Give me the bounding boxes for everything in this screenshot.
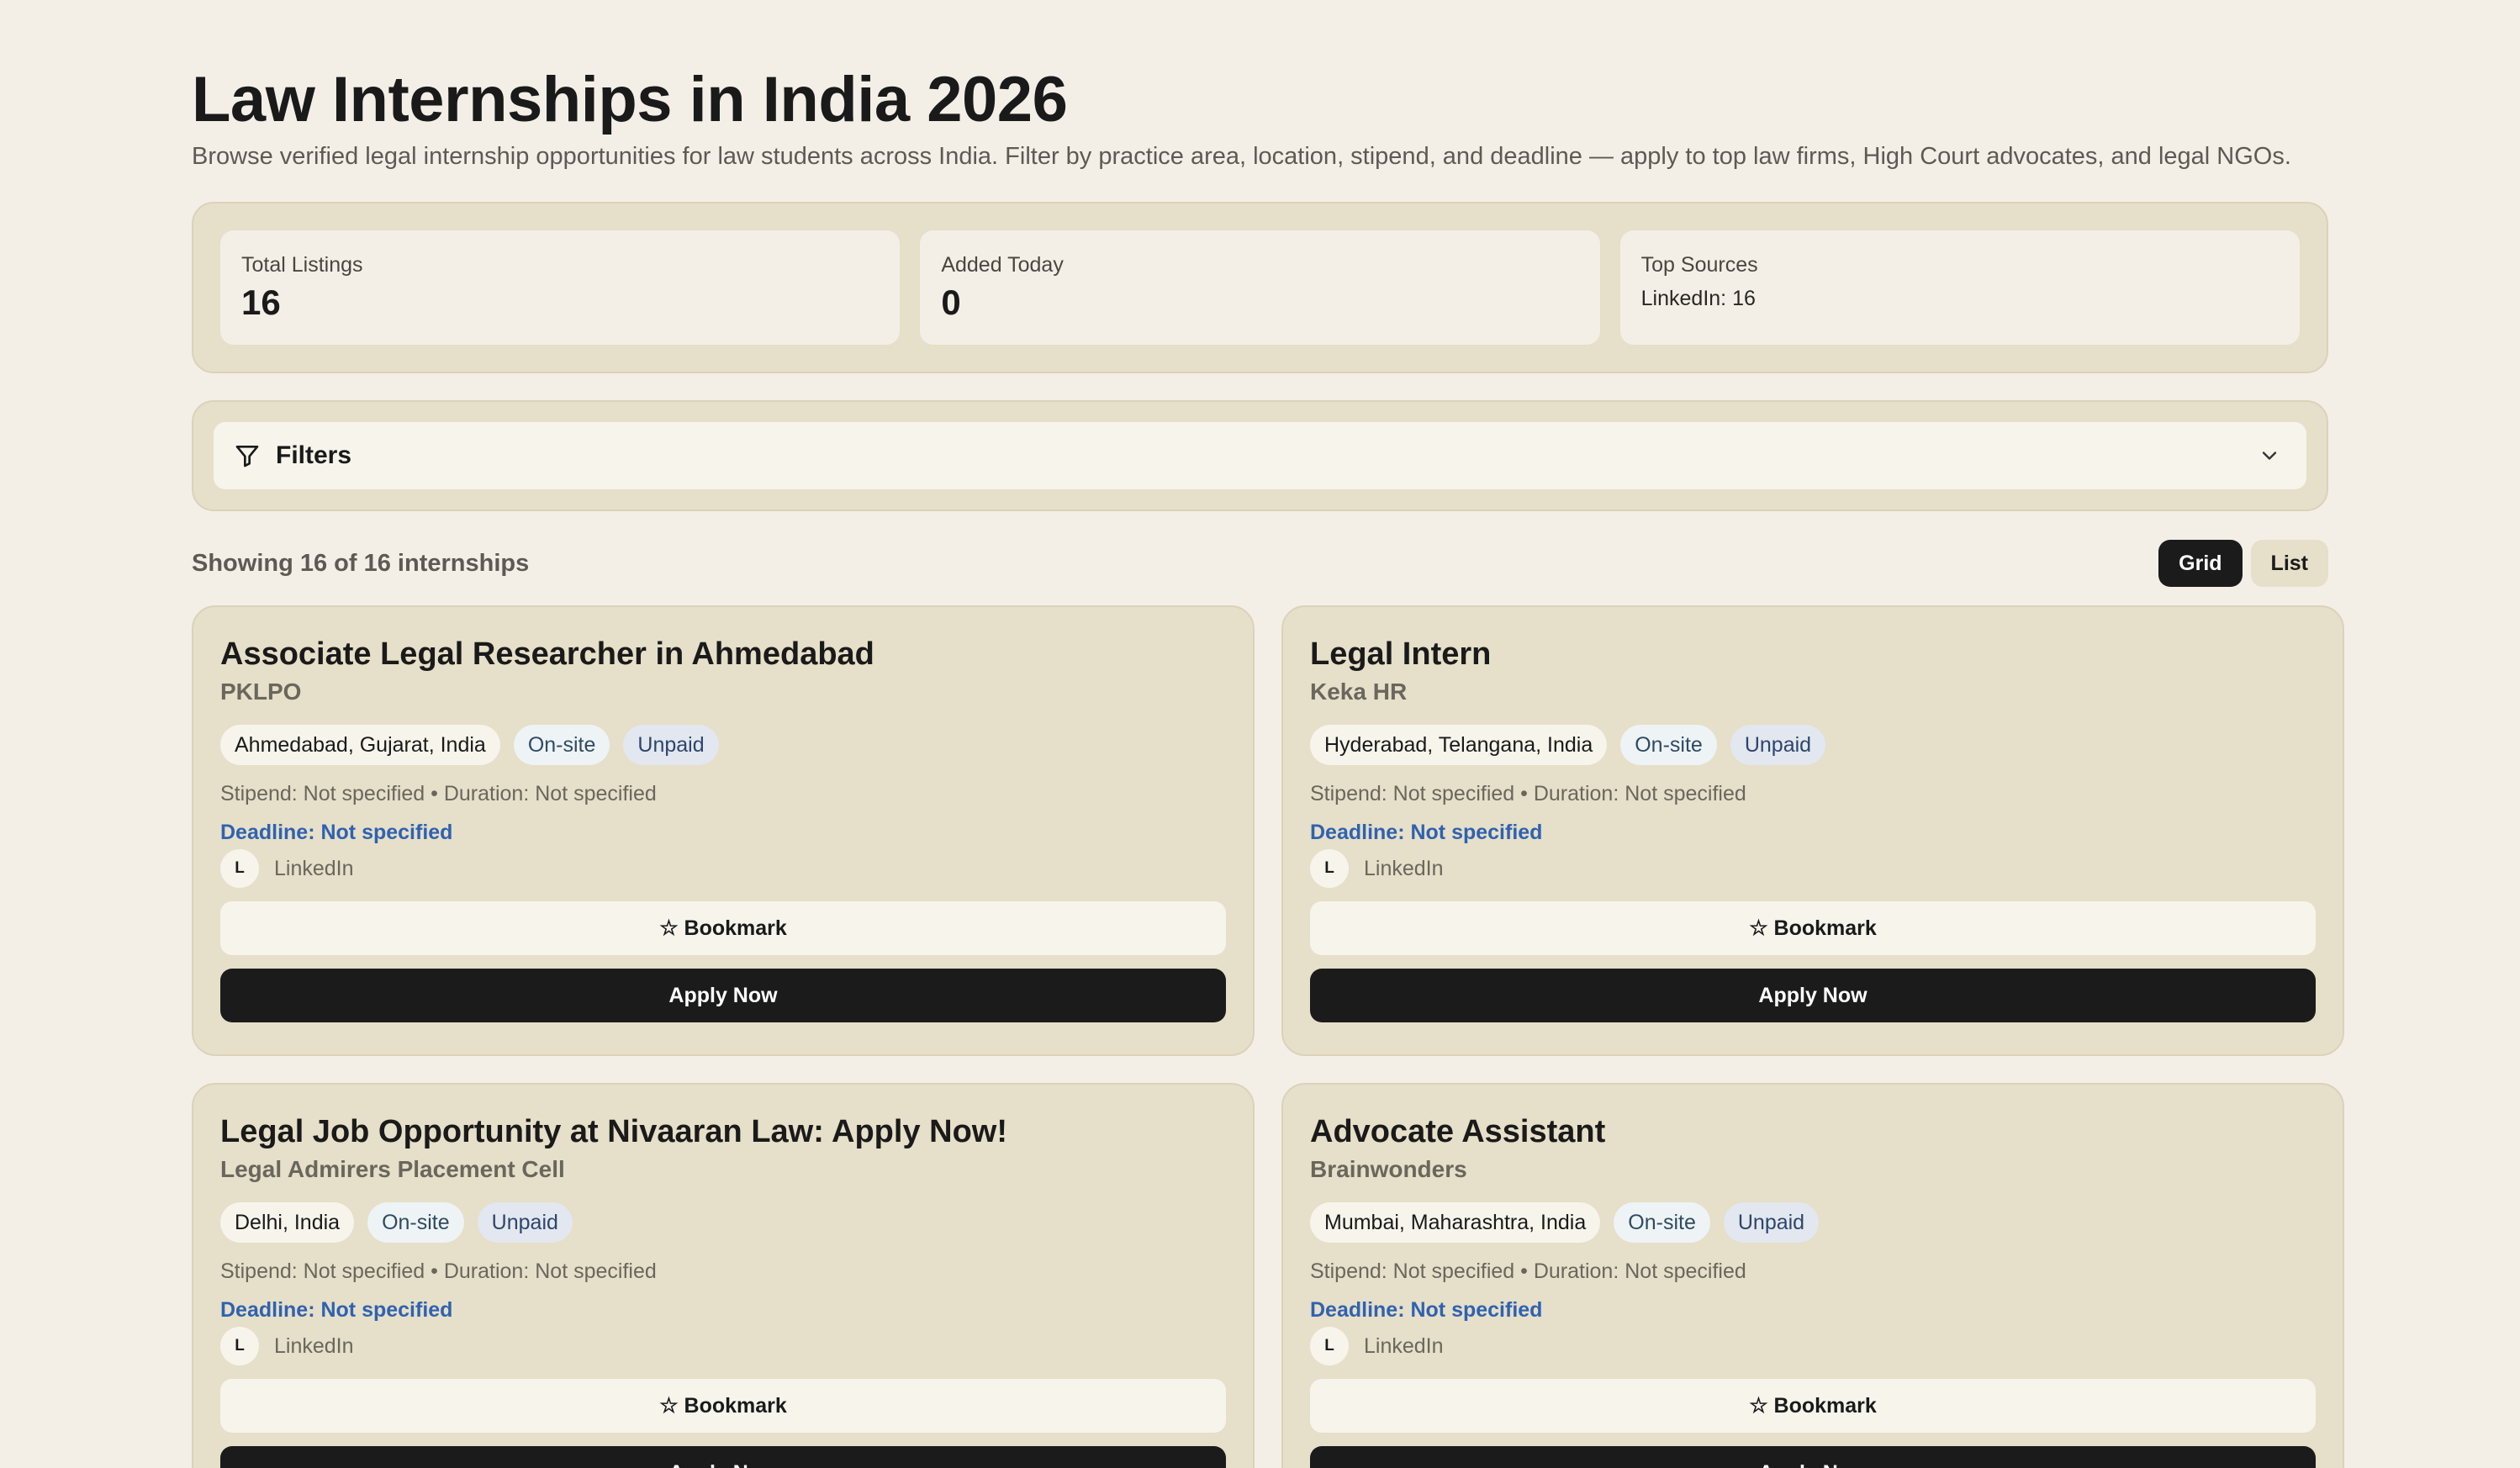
pay-chip: Unpaid xyxy=(1723,1202,1820,1243)
location-chip: Ahmedabad, Gujarat, India xyxy=(220,725,500,765)
card-company: Keka HR xyxy=(1310,679,1408,705)
card-title[interactable]: Legal Intern xyxy=(1310,636,2316,673)
card-meta: Stipend: Not specified • Duration: Not s… xyxy=(1310,1259,1746,1283)
stat-value: 0 xyxy=(941,283,961,322)
card-meta: Stipend: Not specified • Duration: Not s… xyxy=(1310,782,1746,805)
card-source: L LinkedIn xyxy=(1310,1327,2316,1365)
card-deadline: Deadline: Not specified xyxy=(220,1298,453,1322)
stat-label: Total Listings xyxy=(241,253,363,277)
internship-card: Legal Job Opportunity at Nivaaran Law: A… xyxy=(192,1083,1255,1468)
work-mode-chip: On-site xyxy=(367,1202,464,1243)
page-header: Law Internships in India 2026 Browse ver… xyxy=(192,0,2328,173)
results-count: Showing 16 of 16 internships xyxy=(192,549,530,577)
bookmark-button[interactable]: ☆ Bookmark xyxy=(220,901,1226,955)
source-name: LinkedIn xyxy=(1364,856,1444,880)
work-mode-chip: On-site xyxy=(1614,1202,1710,1243)
stat-total-listings: Total Listings 16 xyxy=(220,230,901,345)
source-name: LinkedIn xyxy=(1364,1333,1444,1358)
location-chip: Hyderabad, Telangana, India xyxy=(1310,725,1608,765)
apply-now-button[interactable]: Apply Now xyxy=(1310,969,2316,1022)
stat-value: 16 xyxy=(241,283,281,322)
view-toggle: Grid List xyxy=(2158,540,2328,587)
pay-chip: Unpaid xyxy=(1730,725,1826,765)
stat-label: Top Sources xyxy=(1640,253,1758,277)
stat-sources-value: LinkedIn: 16 xyxy=(1640,287,1756,310)
internship-card: Associate Legal Researcher in Ahmedabad … xyxy=(192,605,1255,1056)
card-tags: Mumbai, Maharashtra, India On-site Unpai… xyxy=(1310,1202,2316,1243)
page-title: Law Internships in India 2026 xyxy=(192,64,1068,135)
pay-chip: Unpaid xyxy=(477,1202,573,1243)
card-source: L LinkedIn xyxy=(220,1327,1226,1365)
page-description: Browse verified legal internship opportu… xyxy=(192,143,2291,170)
card-meta: Stipend: Not specified • Duration: Not s… xyxy=(220,782,657,805)
bookmark-button[interactable]: ☆ Bookmark xyxy=(220,1379,1226,1433)
source-avatar: L xyxy=(220,1327,259,1365)
list-view-button[interactable]: List xyxy=(2250,540,2328,587)
filters-label: Filters xyxy=(276,441,352,469)
card-company: Legal Admirers Placement Cell xyxy=(220,1156,565,1182)
source-name: LinkedIn xyxy=(274,1333,354,1358)
source-avatar: L xyxy=(1310,1327,1349,1365)
card-company: Brainwonders xyxy=(1310,1156,1467,1182)
location-chip: Mumbai, Maharashtra, India xyxy=(1310,1202,1601,1243)
bookmark-button[interactable]: ☆ Bookmark xyxy=(1310,1379,2316,1433)
bookmark-button[interactable]: ☆ Bookmark xyxy=(1310,901,2316,955)
card-deadline: Deadline: Not specified xyxy=(1310,1298,1543,1322)
page: Law Internships in India 2026 Browse ver… xyxy=(0,0,2520,1468)
card-title[interactable]: Legal Job Opportunity at Nivaaran Law: A… xyxy=(220,1113,1226,1150)
internship-grid: Associate Legal Researcher in Ahmedabad … xyxy=(192,605,2344,1468)
source-name: LinkedIn xyxy=(274,856,354,880)
filters-panel: Filters xyxy=(192,400,2328,511)
source-avatar: L xyxy=(1310,849,1349,888)
card-deadline: Deadline: Not specified xyxy=(1310,821,1543,844)
work-mode-chip: On-site xyxy=(513,725,610,765)
chevron-down-icon xyxy=(2262,451,2277,460)
apply-now-button[interactable]: Apply Now xyxy=(220,969,1226,1022)
card-tags: Hyderabad, Telangana, India On-site Unpa… xyxy=(1310,725,2316,765)
card-tags: Ahmedabad, Gujarat, India On-site Unpaid xyxy=(220,725,1226,765)
card-company: PKLPO xyxy=(220,679,302,705)
internship-card: Advocate Assistant Brainwonders Mumbai, … xyxy=(1281,1083,2344,1468)
work-mode-chip: On-site xyxy=(1620,725,1717,765)
stat-added-today: Added Today 0 xyxy=(920,230,1600,345)
location-chip: Delhi, India xyxy=(220,1202,355,1243)
pay-chip: Unpaid xyxy=(623,725,719,765)
apply-now-button[interactable]: Apply Now xyxy=(1310,1446,2316,1468)
internship-card: Legal Intern Keka HR Hyderabad, Telangan… xyxy=(1281,605,2344,1056)
filters-toggle[interactable]: Filters xyxy=(214,422,2306,489)
stats-panel: Total Listings 16 Added Today 0 Top Sour… xyxy=(192,202,2328,373)
stat-top-sources: Top Sources LinkedIn: 16 xyxy=(1619,230,2300,345)
card-source: L LinkedIn xyxy=(220,849,1226,888)
stat-label: Added Today xyxy=(941,253,1064,277)
card-title[interactable]: Associate Legal Researcher in Ahmedabad xyxy=(220,636,1226,673)
card-deadline: Deadline: Not specified xyxy=(220,821,453,844)
source-avatar: L xyxy=(220,849,259,888)
card-meta: Stipend: Not specified • Duration: Not s… xyxy=(220,1259,657,1283)
filter-icon xyxy=(235,446,259,467)
grid-view-button[interactable]: Grid xyxy=(2158,540,2243,587)
results-toolbar: Showing 16 of 16 internships Grid List xyxy=(192,540,2328,587)
card-source: L LinkedIn xyxy=(1310,849,2316,888)
apply-now-button[interactable]: Apply Now xyxy=(220,1446,1226,1468)
card-title[interactable]: Advocate Assistant xyxy=(1310,1113,2316,1150)
card-tags: Delhi, India On-site Unpaid xyxy=(220,1202,1226,1243)
